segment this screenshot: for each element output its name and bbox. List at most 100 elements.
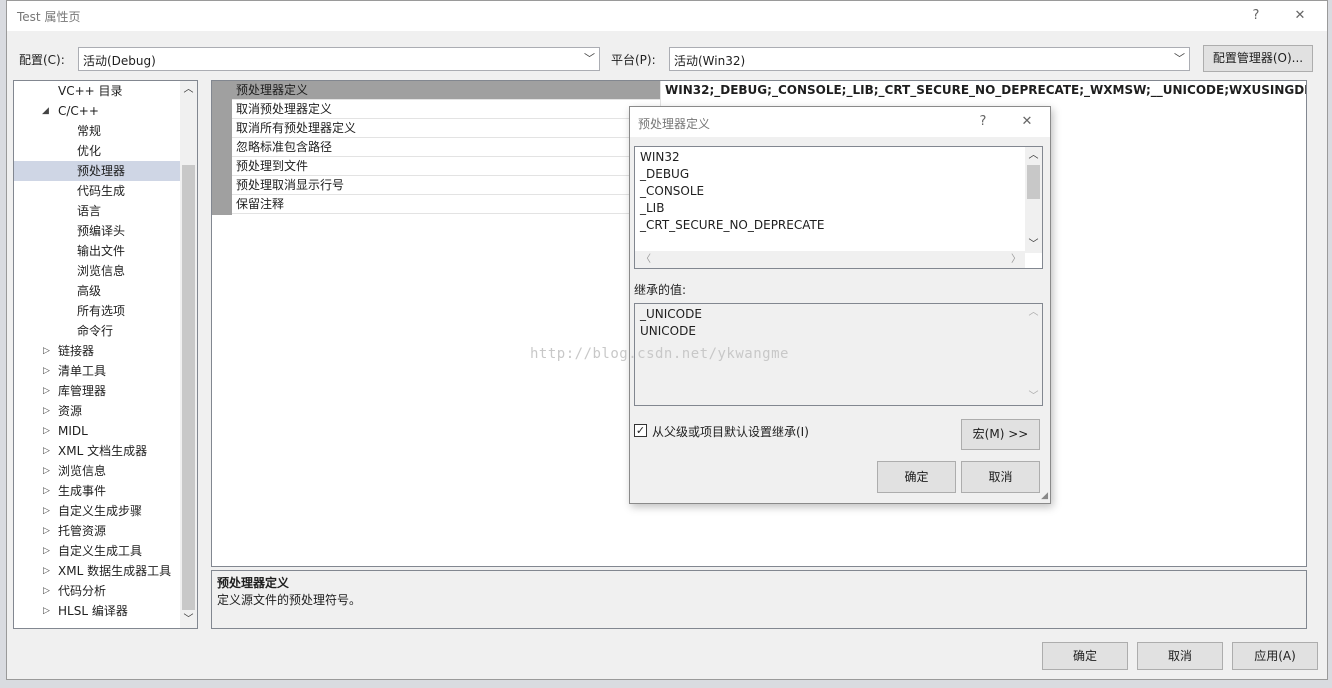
collapsed-arrow-icon[interactable]: ▷ bbox=[43, 461, 50, 481]
collapsed-arrow-icon[interactable]: ▷ bbox=[43, 601, 50, 621]
collapsed-arrow-icon[interactable]: ▷ bbox=[43, 381, 50, 401]
tree-item[interactable]: ▷ 清单工具 bbox=[14, 361, 180, 381]
dialog-ok-button[interactable]: 确定 bbox=[877, 461, 956, 493]
inherit-checkbox-label[interactable]: 从父级或项目默认设置继承(I) bbox=[652, 423, 809, 440]
tree-item[interactable]: 高级 bbox=[14, 281, 180, 301]
tree-item[interactable]: ▷ 浏览信息 bbox=[14, 461, 180, 481]
scroll-down-icon[interactable]: ﹀ bbox=[1025, 236, 1042, 253]
property-name: 取消所有预处理器定义 bbox=[236, 121, 357, 135]
definition-line[interactable]: _LIB bbox=[640, 200, 664, 217]
tree-item[interactable]: 语言 bbox=[14, 201, 180, 221]
tree-item[interactable]: 输出文件 bbox=[14, 241, 180, 261]
tree-item[interactable]: ▷ 库管理器 bbox=[14, 381, 180, 401]
tree-item-label: 链接器 bbox=[58, 344, 95, 358]
tree-item[interactable]: ▷ MIDL bbox=[14, 421, 180, 441]
dialog-help-icon[interactable]: ? bbox=[972, 111, 994, 133]
tree-item[interactable]: ▷ HLSL 编译器 bbox=[14, 601, 180, 621]
tree-item[interactable]: ▷ XML 数据生成器工具 bbox=[14, 561, 180, 581]
tree-item-label: XML 数据生成器工具 bbox=[58, 564, 172, 578]
tree-item[interactable]: 命令行 bbox=[14, 321, 180, 341]
tree-item[interactable]: ▷ 自定义生成工具 bbox=[14, 541, 180, 561]
tree-item-label: 生成事件 bbox=[58, 484, 107, 498]
tree-item-label: 代码分析 bbox=[58, 584, 107, 598]
tree-item-label: 自定义生成步骤 bbox=[58, 504, 143, 518]
tree-item-label: HLSL 编译器 bbox=[58, 604, 128, 618]
dialog-cancel-button[interactable]: 取消 bbox=[961, 461, 1040, 493]
scroll-down-icon[interactable]: ﹀ bbox=[180, 611, 197, 628]
tree-item[interactable]: 预处理器 bbox=[14, 161, 180, 181]
scroll-up-icon[interactable]: ︿ bbox=[1025, 304, 1042, 321]
inherit-checkbox[interactable]: ✓ bbox=[634, 424, 647, 437]
collapsed-arrow-icon[interactable]: ▷ bbox=[43, 521, 50, 541]
platform-combo-value: 活动(Win32) bbox=[674, 54, 746, 68]
scroll-left-icon[interactable]: 〈 bbox=[641, 251, 651, 268]
definition-line[interactable]: WIN32 bbox=[640, 149, 680, 166]
tree-item[interactable]: ▷ XML 文档生成器 bbox=[14, 441, 180, 461]
tree-item[interactable]: 代码生成 bbox=[14, 181, 180, 201]
tree-item-label: 高级 bbox=[77, 284, 102, 298]
tree-item[interactable]: 预编译头 bbox=[14, 221, 180, 241]
property-value[interactable]: WIN32;_DEBUG;_CONSOLE;_LIB;_CRT_SECURE_N… bbox=[660, 81, 1306, 100]
tree-scrollbar[interactable]: ︿ ﹀ bbox=[180, 81, 197, 628]
platform-combo[interactable]: 活动(Win32) ﹀ bbox=[669, 47, 1190, 71]
definition-line[interactable]: _CONSOLE bbox=[640, 183, 704, 200]
collapsed-arrow-icon[interactable]: ▷ bbox=[43, 541, 50, 561]
tree-item[interactable]: ▷ 生成事件 bbox=[14, 481, 180, 501]
tree-item-label: 所有选项 bbox=[77, 304, 126, 318]
tree-item[interactable]: ▷ 自定义生成步骤 bbox=[14, 501, 180, 521]
tree-item[interactable]: ◢ C/C++ bbox=[14, 101, 180, 121]
definition-line[interactable]: _DEBUG bbox=[640, 166, 689, 183]
window-titlebar: Test 属性页 ? ✕ bbox=[7, 1, 1327, 31]
tree-item[interactable]: ▷ 资源 bbox=[14, 401, 180, 421]
definition-line[interactable]: _CRT_SECURE_NO_DEPRECATE bbox=[640, 217, 824, 234]
collapsed-arrow-icon[interactable]: ▷ bbox=[43, 401, 50, 421]
collapsed-arrow-icon[interactable]: ▷ bbox=[43, 481, 50, 501]
tree-item-label: 输出文件 bbox=[77, 244, 126, 258]
collapsed-arrow-icon[interactable]: ▷ bbox=[43, 341, 50, 361]
scroll-up-icon[interactable]: ︿ bbox=[180, 81, 197, 98]
tree-item-label: C/C++ bbox=[58, 104, 99, 118]
apply-button[interactable]: 应用(A) bbox=[1232, 642, 1318, 670]
tree-item-label: MIDL bbox=[58, 424, 88, 438]
tree-item-label: 常规 bbox=[77, 124, 102, 138]
definitions-scroll-thumb[interactable] bbox=[1027, 165, 1040, 199]
resize-grip-icon[interactable]: ◢ bbox=[1041, 491, 1048, 501]
config-manager-button[interactable]: 配置管理器(O)... bbox=[1203, 45, 1313, 72]
dialog-titlebar: 预处理器定义 ? ✕ bbox=[630, 107, 1050, 137]
tree-item[interactable]: 优化 bbox=[14, 141, 180, 161]
tree-item[interactable]: 常规 bbox=[14, 121, 180, 141]
ok-button[interactable]: 确定 bbox=[1042, 642, 1128, 670]
scroll-up-icon[interactable]: ︿ bbox=[1025, 147, 1042, 164]
close-icon[interactable]: ✕ bbox=[1289, 5, 1311, 27]
config-label: 配置(C): bbox=[19, 53, 65, 67]
tree-item[interactable]: ▷ 链接器 bbox=[14, 341, 180, 361]
tree-item[interactable]: 浏览信息 bbox=[14, 261, 180, 281]
definitions-vscrollbar[interactable]: ︿ ﹀ bbox=[1025, 147, 1042, 253]
inherited-vscrollbar[interactable]: ︿ ﹀ bbox=[1025, 304, 1042, 405]
help-icon[interactable]: ? bbox=[1245, 5, 1267, 27]
expanded-arrow-icon[interactable]: ◢ bbox=[42, 101, 49, 121]
definitions-editor[interactable]: ︿ ﹀ 〈 〉 WIN32 _DEBUG _CONSOLE _LIB _CRT_SECU… bbox=[634, 146, 1043, 269]
scroll-down-icon[interactable]: ﹀ bbox=[1025, 388, 1042, 405]
collapsed-arrow-icon[interactable]: ▷ bbox=[43, 441, 50, 461]
tree-item[interactable]: VC++ 目录 bbox=[14, 81, 180, 101]
tree-item-label: VC++ 目录 bbox=[58, 84, 123, 98]
collapsed-arrow-icon[interactable]: ▷ bbox=[43, 561, 50, 581]
collapsed-arrow-icon[interactable]: ▷ bbox=[43, 501, 50, 521]
tree-item[interactable]: ▷ 代码分析 bbox=[14, 581, 180, 601]
collapsed-arrow-icon[interactable]: ▷ bbox=[43, 361, 50, 381]
tree-item[interactable]: 所有选项 bbox=[14, 301, 180, 321]
definitions-hscrollbar[interactable]: 〈 〉 bbox=[635, 251, 1025, 268]
inherited-value: UNICODE bbox=[640, 324, 696, 338]
cancel-button[interactable]: 取消 bbox=[1137, 642, 1223, 670]
macro-button[interactable]: 宏(M) >> bbox=[961, 419, 1040, 450]
tree-scroll-thumb[interactable] bbox=[182, 165, 195, 610]
scroll-right-icon[interactable]: 〉 bbox=[1011, 251, 1021, 268]
property-row[interactable]: 预处理器定义 WIN32;_DEBUG;_CONSOLE;_LIB;_CRT_SE… bbox=[232, 81, 1306, 100]
dialog-close-icon[interactable]: ✕ bbox=[1016, 111, 1038, 133]
collapsed-arrow-icon[interactable]: ▷ bbox=[43, 581, 50, 601]
tree-item[interactable]: ▷ 托管资源 bbox=[14, 521, 180, 541]
property-name: 预处理到文件 bbox=[236, 159, 309, 173]
config-combo[interactable]: 活动(Debug) ﹀ bbox=[78, 47, 600, 71]
collapsed-arrow-icon[interactable]: ▷ bbox=[43, 421, 50, 441]
